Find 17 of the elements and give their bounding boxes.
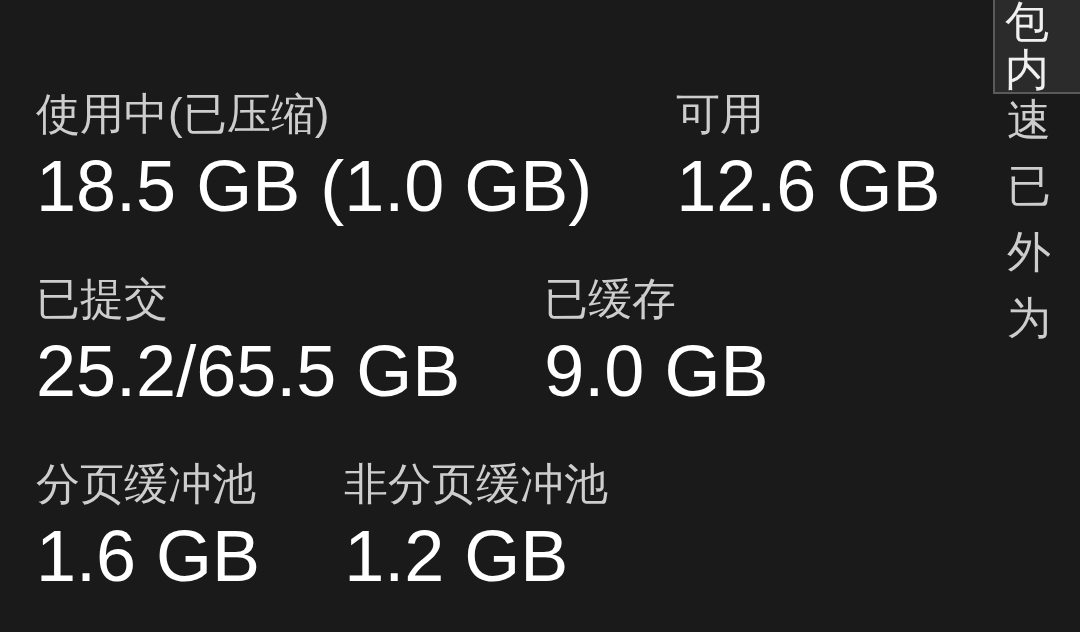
stat-value: 9.0 GB [544,335,769,407]
tooltip-text: 内 [1005,48,1050,92]
stat-value: 25.2/65.5 GB [36,335,461,407]
stat-value: 1.2 GB [344,520,569,592]
stat-label: 使用中(已压缩) [36,92,330,136]
stat-label: 可用 [676,92,765,136]
side-label: 已 [1007,164,1051,208]
stat-value: 1.6 GB [36,520,261,592]
side-label: 速 [1007,98,1051,142]
side-label: 外 [1007,230,1051,274]
stat-label: 非分页缓冲池 [344,462,609,506]
side-label: 为 [1007,296,1051,340]
tooltip-text: 包 [1005,0,1050,44]
stat-label: 已提交 [36,277,168,321]
stat-label: 已缓存 [544,277,677,321]
stat-label: 分页缓冲池 [36,462,256,506]
stat-value: 12.6 GB [676,150,941,222]
